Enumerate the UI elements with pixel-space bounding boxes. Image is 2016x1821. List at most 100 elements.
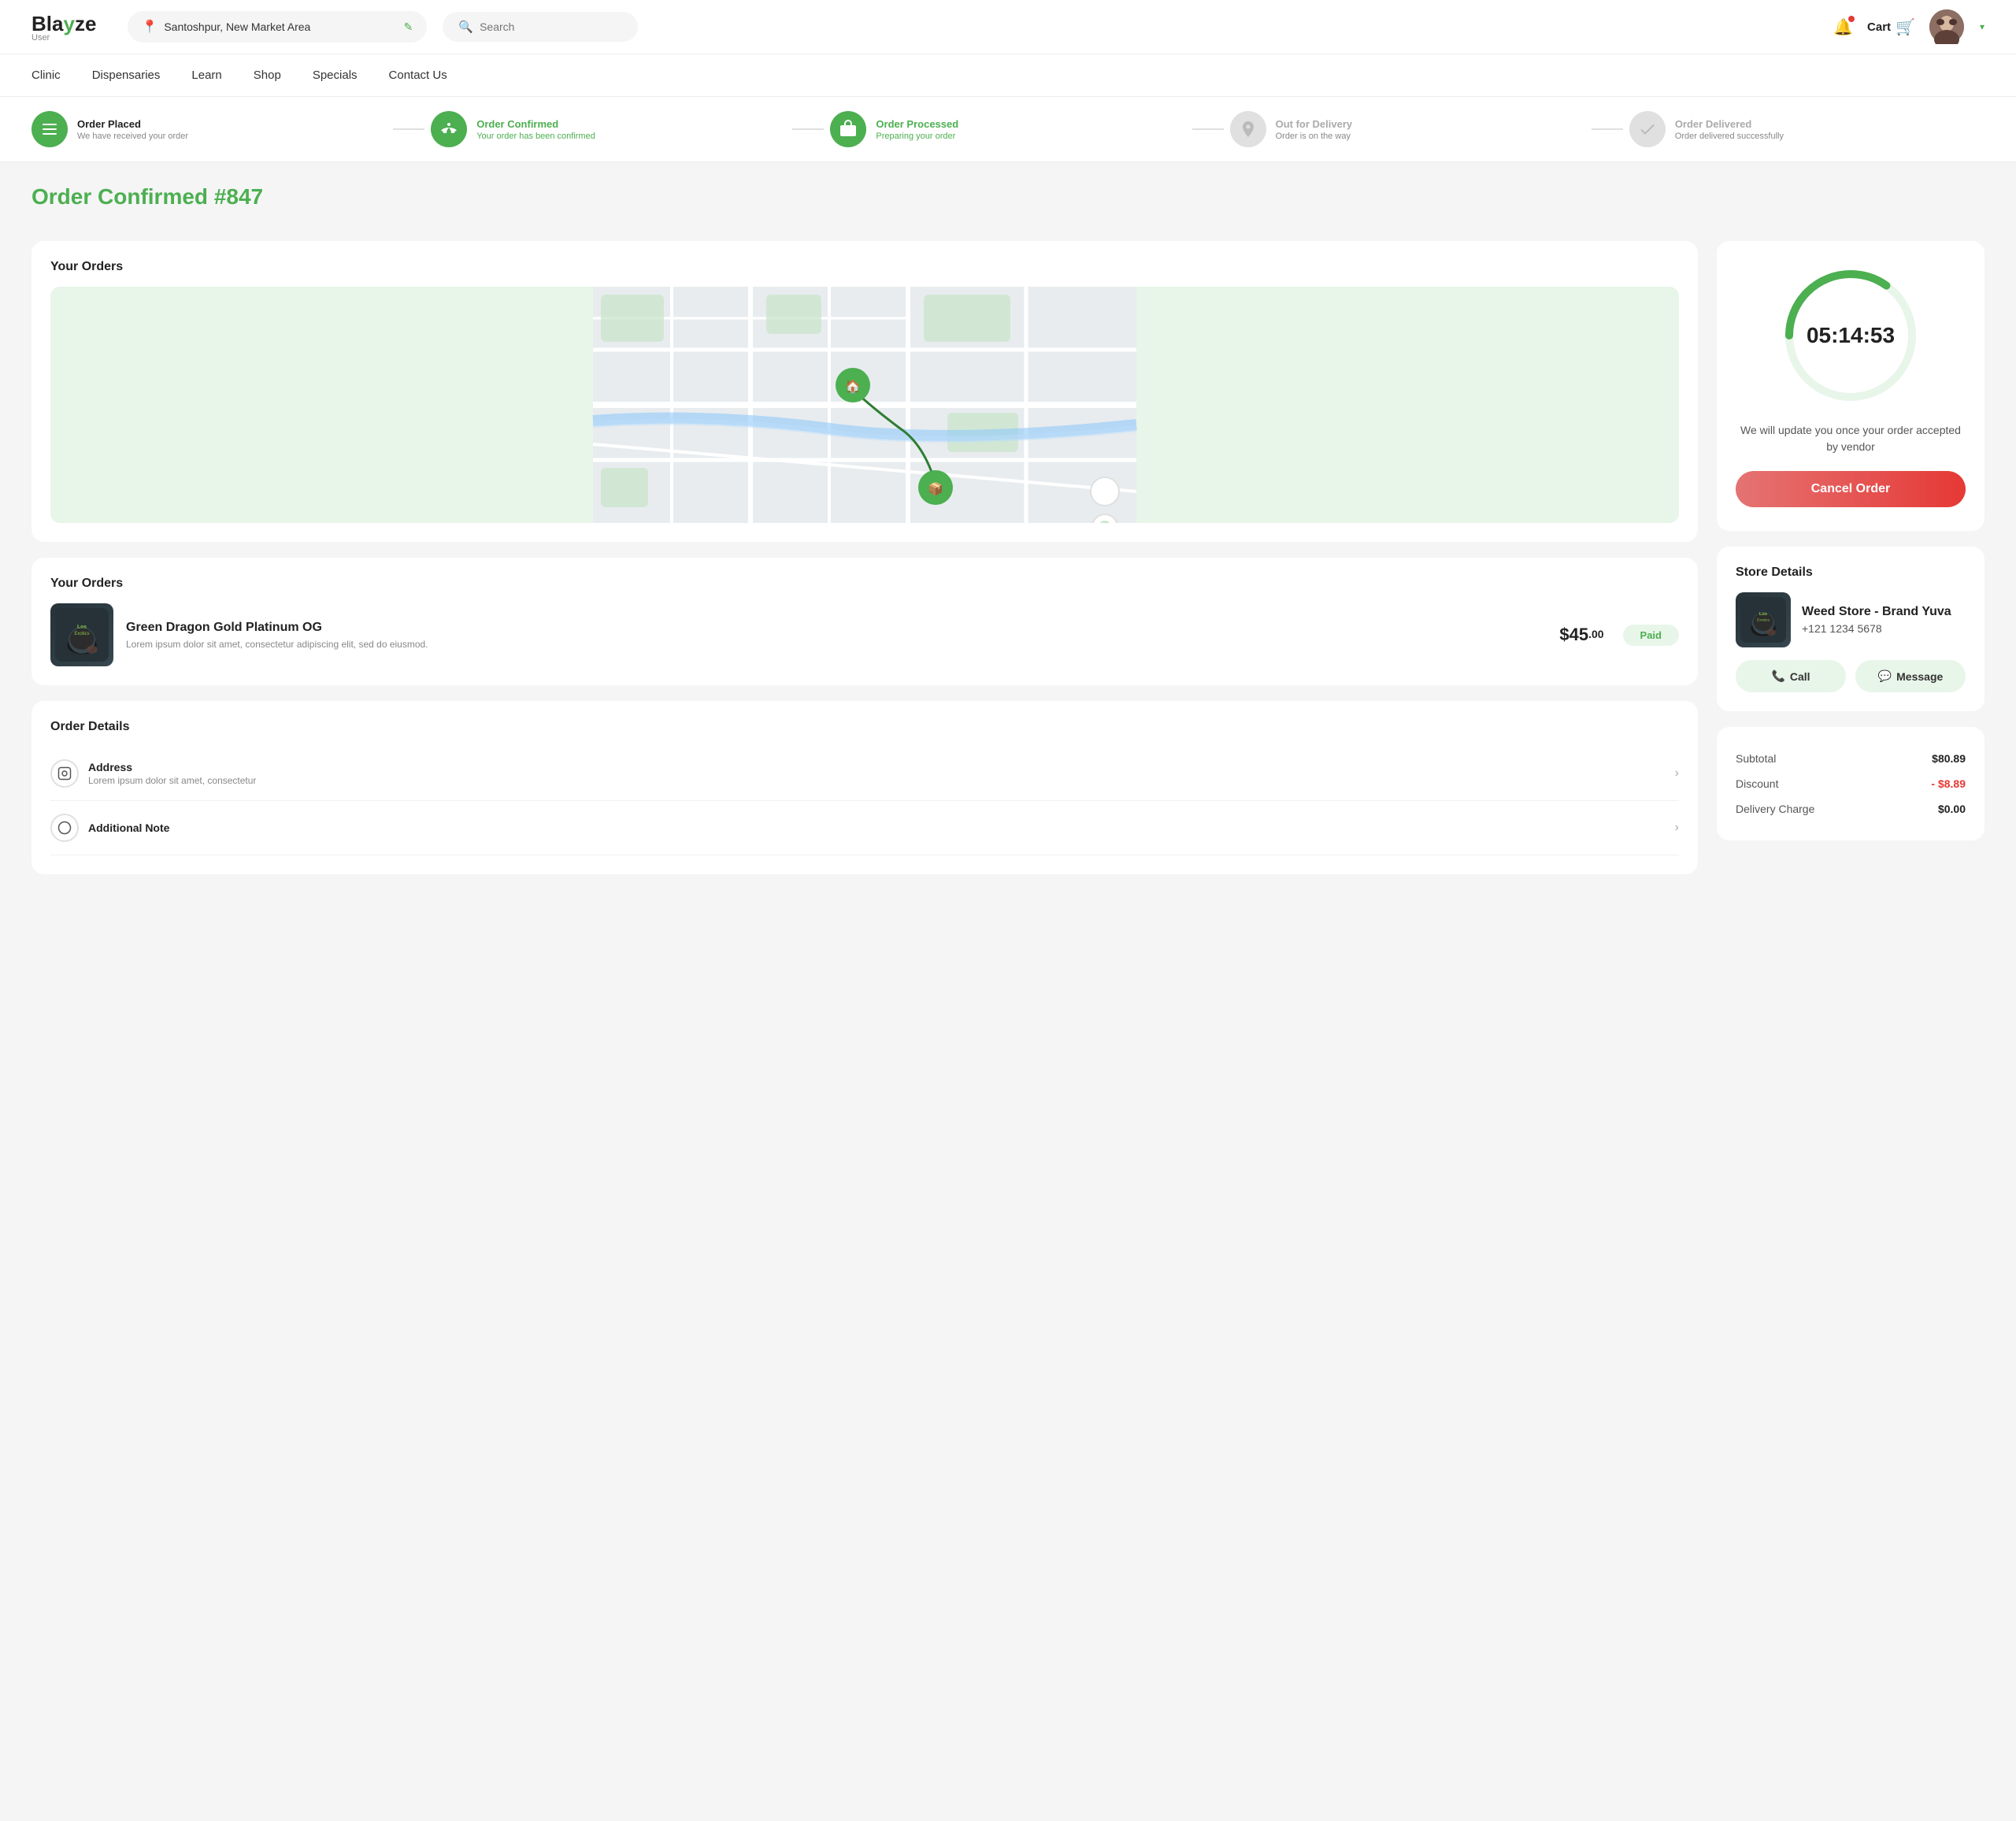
order-paid-badge: Paid: [1623, 625, 1679, 646]
nav-clinic[interactable]: Clinic: [32, 54, 61, 96]
cart-label: Cart: [1867, 20, 1891, 34]
notification-dot: [1848, 16, 1855, 22]
map-section-title: Your Orders: [50, 260, 1679, 274]
svg-text:Exotics: Exotics: [74, 632, 89, 636]
right-column: 05:14:53 We will update you once your or…: [1717, 241, 1984, 874]
user-chevron[interactable]: ▾: [1980, 21, 1984, 32]
subtotal-row: Subtotal $80.89: [1736, 746, 1966, 771]
order-items-card: Your Orders Los Exotics Green Dragon Gol…: [32, 558, 1698, 685]
note-title: Additional Note: [88, 821, 1666, 834]
note-chevron: ›: [1675, 821, 1679, 835]
status-step-out-for-delivery: Out for Delivery Order is on the way: [1230, 111, 1585, 147]
avatar: [1929, 9, 1964, 44]
svg-text:Los: Los: [1759, 612, 1767, 617]
address-row[interactable]: Address Lorem ipsum dolor sit amet, cons…: [50, 747, 1679, 801]
delivery-row: Delivery Charge $0.00: [1736, 796, 1966, 821]
location-bar[interactable]: 📍 ✎: [128, 11, 427, 43]
nav-specials[interactable]: Specials: [313, 54, 358, 96]
order-item-image: Los Exotics: [50, 603, 113, 666]
logo: Blayze User: [32, 12, 96, 43]
svg-text:Exotics: Exotics: [1757, 618, 1770, 623]
store-details-card: Store Details Los Exotics Weed Store - B…: [1717, 547, 1984, 711]
note-icon: [50, 814, 79, 842]
map-svg: 🏠 📦: [50, 287, 1679, 523]
store-phone: +121 1234 5678: [1802, 622, 1951, 635]
page-title-area: Order Confirmed #847: [0, 162, 2016, 210]
location-icon: 📍: [142, 19, 158, 35]
order-status-bar: Order Placed We have received your order…: [0, 97, 2016, 162]
store-item: Los Exotics Weed Store - Brand Yuva +121…: [1736, 592, 1966, 647]
main-nav: Clinic Dispensaries Learn Shop Specials …: [0, 54, 2016, 97]
status-divider-1: [393, 128, 424, 130]
order-placed-title: Order Placed: [77, 118, 188, 130]
order-item-name: Green Dragon Gold Platinum OG: [126, 620, 1547, 636]
map-area[interactable]: 🏠 📦: [50, 287, 1679, 523]
address-title: Address: [88, 761, 1666, 773]
timer-card: 05:14:53 We will update you once your or…: [1717, 241, 1984, 531]
order-processed-title: Order Processed: [876, 118, 958, 130]
timer-description: We will update you once your order accep…: [1736, 422, 1966, 455]
status-step-order-placed: Order Placed We have received your order: [32, 111, 387, 147]
logo-sub: User: [32, 33, 50, 43]
discount-value: - $8.89: [1931, 777, 1966, 790]
additional-note-row[interactable]: Additional Note ›: [50, 801, 1679, 855]
avatar-image: [1929, 9, 1964, 44]
nav-contact-us[interactable]: Contact Us: [389, 54, 447, 96]
status-step-order-delivered: Order Delivered Order delivered successf…: [1629, 111, 1984, 147]
header: Blayze User 📍 ✎ 🔍 🔔 Cart 🛒: [0, 0, 2016, 54]
order-item: Los Exotics Green Dragon Gold Platinum O…: [50, 603, 1679, 666]
search-bar[interactable]: 🔍: [443, 12, 638, 42]
order-items-title: Your Orders: [50, 577, 1679, 591]
order-delivered-sub: Order delivered successfully: [1675, 132, 1784, 141]
discount-label: Discount: [1736, 777, 1778, 790]
message-icon: 💬: [1878, 669, 1892, 683]
call-button[interactable]: 📞 Call: [1736, 660, 1846, 692]
order-delivered-title: Order Delivered: [1675, 118, 1784, 130]
delivery-value: $0.00: [1938, 803, 1966, 815]
user-avatar-button[interactable]: [1929, 9, 1964, 44]
edit-location-icon[interactable]: ✎: [404, 20, 413, 34]
cart-button[interactable]: Cart 🛒: [1867, 17, 1915, 37]
cart-icon: 🛒: [1896, 17, 1915, 37]
page-title: Order Confirmed #847: [32, 184, 1984, 210]
search-icon: 🔍: [458, 20, 473, 34]
order-confirmed-sub: Your order has been confirmed: [476, 132, 595, 141]
svg-text:🏠: 🏠: [845, 380, 861, 394]
order-item-price: $45.00: [1559, 625, 1603, 645]
order-processed-icon: [830, 111, 866, 147]
search-input[interactable]: [480, 20, 622, 33]
svg-text:📦: 📦: [928, 481, 943, 496]
out-for-delivery-sub: Order is on the way: [1276, 132, 1353, 141]
out-for-delivery-icon: [1230, 111, 1266, 147]
order-placed-icon: [32, 111, 68, 147]
order-processed-sub: Preparing your order: [876, 132, 958, 141]
status-step-order-confirmed: Order Confirmed Your order has been conf…: [431, 111, 786, 147]
store-image: Los Exotics: [1736, 592, 1791, 647]
order-details-card: Order Details Address Lorem ipsum dolor …: [32, 701, 1698, 874]
cancel-order-button[interactable]: Cancel Order: [1736, 471, 1966, 507]
store-actions: 📞 Call 💬 Message: [1736, 660, 1966, 692]
left-column: Your Orders: [32, 241, 1698, 874]
order-number: #847: [214, 184, 263, 209]
order-confirmed-icon: [431, 111, 467, 147]
order-details-title: Order Details: [50, 720, 1679, 734]
location-input[interactable]: [164, 20, 397, 33]
subtotal-value: $80.89: [1932, 752, 1966, 765]
store-details-title: Store Details: [1736, 566, 1966, 580]
notification-bell[interactable]: 🔔: [1833, 17, 1853, 37]
nav-shop[interactable]: Shop: [254, 54, 281, 96]
map-card: Your Orders: [32, 241, 1698, 542]
call-icon: 📞: [1771, 669, 1784, 683]
order-item-desc: Lorem ipsum dolor sit amet, consectetur …: [126, 639, 1547, 650]
message-button[interactable]: 💬 Message: [1855, 660, 1966, 692]
status-divider-4: [1592, 128, 1623, 130]
status-divider-3: [1192, 128, 1224, 130]
address-sub: Lorem ipsum dolor sit amet, consectetur: [88, 775, 1666, 786]
order-placed-sub: We have received your order: [77, 132, 188, 141]
timer-display: 05:14:53: [1807, 323, 1895, 348]
header-right: 🔔 Cart 🛒 ▾: [1833, 9, 1984, 44]
nav-learn[interactable]: Learn: [191, 54, 221, 96]
discount-row: Discount - $8.89: [1736, 771, 1966, 796]
nav-dispensaries[interactable]: Dispensaries: [92, 54, 161, 96]
order-item-info: Green Dragon Gold Platinum OG Lorem ipsu…: [126, 620, 1547, 651]
